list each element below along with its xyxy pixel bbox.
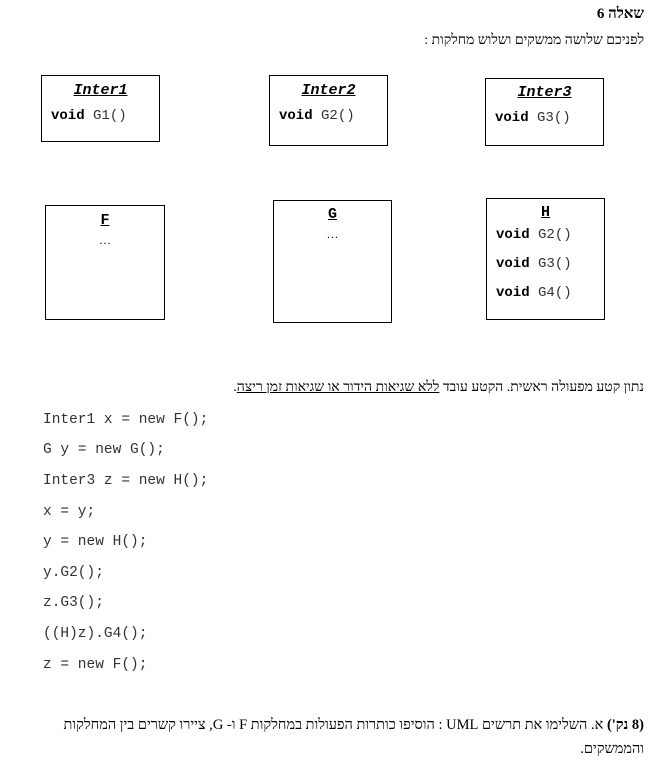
class-body-ellipsis: …: [326, 227, 339, 241]
method-keyword: void: [51, 108, 85, 124]
code-line: y.G2();: [43, 565, 104, 581]
interface-inter3-box: Inter3 void G3(): [485, 78, 604, 146]
method-signature: G1(): [93, 108, 127, 124]
method-keyword: void: [496, 227, 530, 243]
method-signature: G2(): [538, 227, 572, 243]
interface-name: Inter3: [517, 84, 572, 101]
class-method: void G3(): [487, 256, 604, 272]
class-h-box: H void G2() void G3() void G4(): [486, 198, 605, 320]
code-line: z.G3();: [43, 595, 104, 611]
task-section-a: (8 נק') א. השלימו את תרשים UML : הוסיפו …: [24, 713, 644, 761]
method-signature: G3(): [537, 110, 571, 126]
interface-name: Inter1: [73, 82, 128, 99]
method-signature: G2(): [321, 108, 355, 124]
class-f-box: F …: [45, 205, 165, 320]
class-method: void G4(): [487, 285, 604, 301]
task-points: (8 נק'): [606, 717, 644, 733]
code-line: ((H)z).G4();: [43, 626, 148, 642]
class-method: void G2(): [487, 227, 604, 243]
class-body-ellipsis: …: [99, 233, 111, 247]
intro-text: לפניכם שלושה ממשקים ושלוש מחלקות :: [424, 33, 644, 48]
code-line: x = y;: [43, 504, 96, 520]
interface-method: void G2(): [270, 108, 387, 124]
code-line: Inter3 z = new H();: [43, 473, 209, 489]
given-statement: נתון קטע מפעולה ראשית. הקטע עובד ללא שגי…: [233, 380, 644, 396]
code-line: z = new F();: [43, 657, 148, 673]
given-text: נתון קטע מפעולה ראשית. הקטע עובד: [439, 380, 644, 395]
class-name: G: [327, 206, 337, 223]
class-name: H: [540, 204, 550, 221]
interface-inter1-box: Inter1 void G1(): [41, 75, 160, 142]
code-line: y = new H();: [43, 534, 148, 550]
given-underlined: ללא שגיאות הידור או שגיאות זמן ריצה: [236, 380, 440, 395]
question-title: שאלה 6: [596, 6, 644, 22]
method-signature: G3(): [538, 256, 572, 272]
method-keyword: void: [496, 285, 530, 301]
method-keyword: void: [279, 108, 313, 124]
interface-inter2-box: Inter2 void G2(): [269, 75, 388, 146]
code-line: G y = new G();: [43, 442, 165, 458]
interface-method: void G3(): [486, 110, 603, 126]
interface-name: Inter2: [301, 82, 356, 99]
method-keyword: void: [495, 110, 529, 126]
method-signature: G4(): [538, 285, 572, 301]
method-keyword: void: [496, 256, 530, 272]
class-name: F: [100, 212, 110, 229]
code-line: Inter1 x = new F();: [43, 412, 209, 428]
interface-method: void G1(): [42, 108, 159, 124]
task-text: א. השלימו את תרשים UML : הוסיפו כותרות ה…: [63, 717, 644, 757]
class-g-box: G …: [273, 200, 392, 323]
